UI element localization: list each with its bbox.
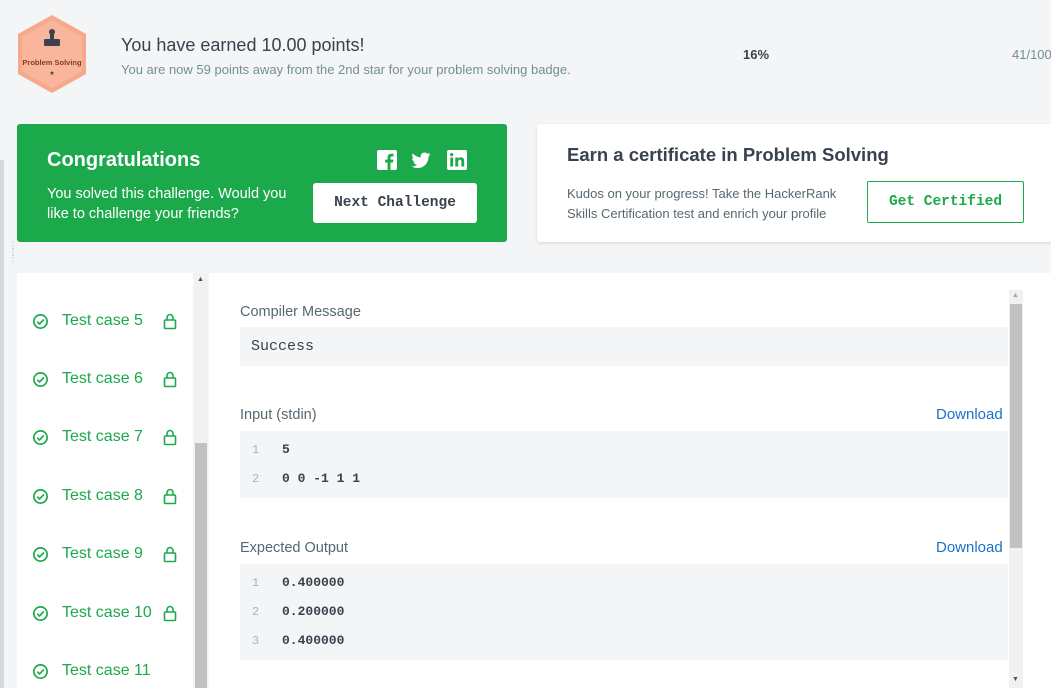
test-case-label: Test case 6 xyxy=(62,370,143,387)
test-case-label: Test case 7 xyxy=(62,428,143,445)
line-number: 3 xyxy=(252,634,260,648)
test-case-label: Test case 9 xyxy=(62,545,143,562)
expected-output-label: Expected Output xyxy=(240,540,349,556)
code-line: 1 5 xyxy=(240,436,1008,465)
scroll-up-arrow-icon[interactable]: ▲ xyxy=(197,276,204,283)
congratulations-text: You solved this challenge. Would you lik… xyxy=(47,186,287,222)
test-case-label: Test case 10 xyxy=(62,604,152,621)
twitter-icon[interactable] xyxy=(411,150,431,170)
test-case-item[interactable]: Test case 6 xyxy=(17,362,193,402)
lock-icon xyxy=(163,546,177,563)
check-circle-icon xyxy=(33,314,48,329)
problem-solving-badge-icon: Problem Solving ★ xyxy=(18,15,86,93)
test-case-scrollbar-thumb[interactable] xyxy=(195,443,207,688)
badge-star: ★ xyxy=(49,70,54,77)
earned-points-subtitle: You are now 59 points away from the 2nd … xyxy=(121,62,571,77)
check-circle-icon xyxy=(33,664,48,679)
check-circle-icon xyxy=(33,606,48,621)
scroll-up-arrow-icon[interactable]: ▲ xyxy=(1012,292,1019,299)
test-case-item[interactable]: Test case 7 xyxy=(17,420,193,460)
scroll-down-arrow-icon[interactable]: ▼ xyxy=(1012,676,1019,683)
lock-icon xyxy=(163,371,177,388)
code-text: 0.400000 xyxy=(282,633,345,648)
line-number: 2 xyxy=(252,605,260,619)
next-challenge-button[interactable]: Next Challenge xyxy=(313,183,477,223)
line-number: 1 xyxy=(252,576,260,590)
congratulations-title: Congratulations xyxy=(47,149,201,171)
line-number: 1 xyxy=(252,443,260,457)
output-scrollbar-thumb[interactable] xyxy=(1010,304,1022,548)
lock-icon xyxy=(163,605,177,622)
certificate-card: Earn a certificate in Problem Solving Ku… xyxy=(537,124,1051,242)
drag-handle-icon[interactable]: ⋮ ⋮ ⋮ xyxy=(8,242,18,274)
code-text: 5 xyxy=(282,442,290,457)
code-line: 3 0.400000 xyxy=(240,627,1008,656)
expected-output-code-box: 1 0.400000 2 0.200000 3 0.400000 xyxy=(240,564,1008,660)
lock-icon xyxy=(163,313,177,330)
test-case-list: Test case 5 Test case 6 Test case 7 Test… xyxy=(17,273,193,688)
input-code-box: 1 5 2 0 0 -1 1 1 xyxy=(240,431,1008,498)
code-text: 0.400000 xyxy=(282,575,345,590)
check-circle-icon xyxy=(33,430,48,445)
input-label: Input (stdin) xyxy=(240,407,317,423)
expected-output-download-link[interactable]: Download xyxy=(936,539,1003,556)
certificate-text: Kudos on your progress! Take the HackerR… xyxy=(567,186,837,221)
code-line: 2 0 0 -1 1 1 xyxy=(240,465,1008,494)
code-text: 0.200000 xyxy=(282,604,345,619)
linkedin-icon[interactable] xyxy=(447,150,467,170)
progress-count: 41/100 xyxy=(1012,47,1051,62)
test-case-item[interactable]: Test case 10 xyxy=(17,596,193,636)
compiler-message-text: Success xyxy=(251,338,315,355)
certificate-title: Earn a certificate in Problem Solving xyxy=(567,144,889,165)
facebook-icon[interactable] xyxy=(377,150,397,170)
check-circle-icon xyxy=(33,489,48,504)
test-case-label: Test case 5 xyxy=(62,312,143,329)
test-case-label: Test case 8 xyxy=(62,487,143,504)
test-case-item[interactable]: Test case 8 xyxy=(17,479,193,519)
code-line: 1 0.400000 xyxy=(240,569,1008,598)
compiler-message-label: Compiler Message xyxy=(240,304,361,320)
get-certified-button[interactable]: Get Certified xyxy=(867,181,1024,223)
badge-label: Problem Solving xyxy=(22,58,82,67)
earned-points-title: You have earned 10.00 points! xyxy=(121,35,365,55)
lock-icon xyxy=(163,488,177,505)
congratulations-card: Congratulations You solved this challeng… xyxy=(17,124,507,242)
input-download-link[interactable]: Download xyxy=(936,406,1003,423)
compiler-message-box: Success xyxy=(240,327,1008,366)
line-number: 2 xyxy=(252,472,260,486)
check-circle-icon xyxy=(33,547,48,562)
lock-icon xyxy=(163,429,177,446)
code-line: 2 0.200000 xyxy=(240,598,1008,627)
code-text: 0 0 -1 1 1 xyxy=(282,471,361,486)
progress-percent: 16% xyxy=(743,47,770,62)
test-case-item[interactable]: Test case 9 xyxy=(17,537,193,577)
left-panel-edge xyxy=(0,160,4,688)
test-case-label: Test case 11 xyxy=(62,662,151,679)
test-case-item[interactable]: Test case 5 xyxy=(17,304,193,344)
test-case-item[interactable]: Test case 11 xyxy=(17,654,193,688)
check-circle-icon xyxy=(33,372,48,387)
